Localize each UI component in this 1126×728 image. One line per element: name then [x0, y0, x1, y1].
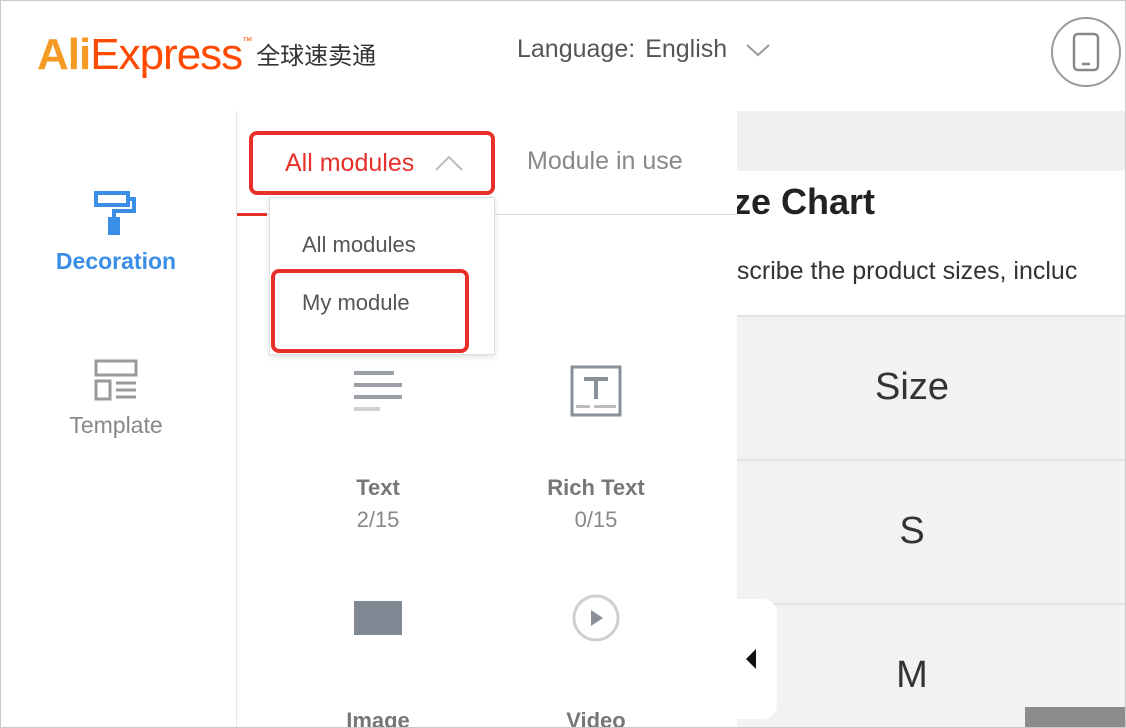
sidebar-item-decoration[interactable]: Decoration [1, 191, 231, 275]
tab-all-modules[interactable]: All modules [249, 131, 495, 195]
paint-roller-icon [94, 191, 136, 235]
module-count: 2/15 [356, 507, 400, 532]
aliexpress-logo[interactable]: Ali Express ™ 全球速卖通 [37, 25, 376, 77]
table-row: Size [737, 315, 1125, 457]
tab-label: All modules [285, 148, 415, 177]
left-sidebar: Decoration Template [1, 111, 237, 727]
mobile-phone-icon [1072, 32, 1100, 72]
sidebar-item-label: Decoration [55, 248, 177, 274]
app-frame: Ali Express ™ 全球速卖通 Language: English De… [0, 0, 1126, 728]
caret-left-icon [746, 649, 756, 669]
tab-module-in-use[interactable]: Module in use [527, 147, 683, 176]
table-row: S [737, 459, 1125, 601]
active-tab-indicator [237, 213, 267, 216]
size-chart-table: Size S M [737, 315, 1125, 727]
logo-express-text: Express [90, 30, 243, 79]
preview-top-bar [737, 111, 1125, 171]
collapse-panel-button[interactable] [725, 599, 777, 719]
module-name: Rich Text [547, 475, 645, 500]
template-layout-icon [94, 359, 138, 401]
my-module-highlight-box [271, 269, 469, 353]
page-preview: ize Chart escribe the product sizes, inc… [737, 111, 1125, 727]
module-name: Text [356, 475, 400, 500]
module-name: Video [566, 708, 626, 728]
preview-title: ize Chart [737, 181, 876, 222]
language-label: Language: [517, 35, 636, 63]
logo-chinese-text: 全球速卖通 [256, 42, 377, 70]
play-icon [516, 586, 676, 650]
preview-description: escribe the product sizes, incluc [737, 257, 1078, 285]
logo-trademark: ™ [242, 36, 253, 47]
rich-text-icon [516, 359, 676, 423]
language-value: English [645, 35, 728, 63]
sidebar-item-template[interactable]: Template [1, 359, 231, 439]
module-rich-text[interactable]: Rich Text 0/15 [516, 359, 676, 533]
text-lines-icon [298, 359, 458, 423]
module-count: 0/15 [574, 507, 618, 532]
module-video[interactable]: Video [516, 586, 676, 728]
module-text[interactable]: Text 2/15 [298, 359, 458, 533]
horizontal-scrollbar[interactable] [1025, 707, 1125, 727]
sidebar-item-label: Template [69, 412, 163, 438]
language-selector[interactable]: Language: English [517, 35, 771, 64]
module-name: Image [346, 708, 410, 728]
dropdown-option-all-modules[interactable]: All modules [302, 232, 416, 258]
logo-ali-text: Ali [37, 30, 91, 79]
module-image[interactable]: Image [298, 586, 458, 728]
chevron-up-icon [435, 155, 463, 171]
mobile-preview-button[interactable] [1051, 17, 1121, 87]
image-icon [298, 586, 458, 650]
chevron-down-icon [746, 43, 770, 56]
